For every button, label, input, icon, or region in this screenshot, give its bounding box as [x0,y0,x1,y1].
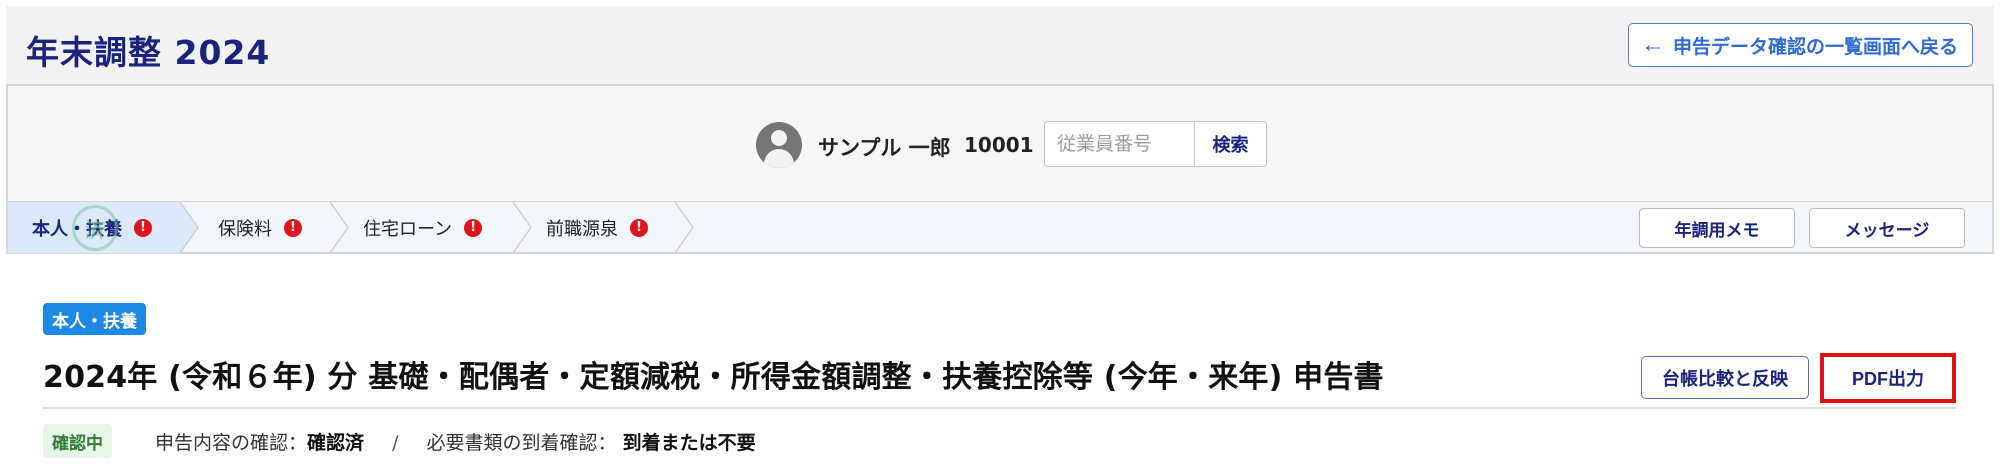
tab-label: 保険料 [218,218,272,240]
docs-check-label: 必要書類の到着確認： [426,432,617,454]
search-button[interactable]: 検索 [1194,121,1267,167]
back-to-list-label: 申告データ確認の一覧画面へ戻る [1672,36,1958,58]
content-check-label: 申告内容の確認： [155,432,308,454]
ledger-compare-button[interactable]: 台帳比較と反映 [1641,356,1809,399]
user-avatar-icon [756,122,802,168]
employee-row: サンプル 一郎 10001 検索 [8,120,1992,170]
section-badge: 本人・扶養 [43,303,146,335]
content-check-value: 確認済 [307,432,365,454]
step-tabs: 本人・扶養 ! 保険料 ! 住宅ローン ! 前職源泉 ! 済 年調用メモ メッセ… [8,201,1992,253]
alert-icon: ! [464,218,483,237]
step-chevron-icon [513,202,532,253]
docs-check-value: 到着または不要 [622,432,756,454]
alert-icon: ! [630,218,648,237]
arrow-left-icon: ← [1640,31,1665,58]
step-chevron-icon [675,202,694,253]
back-to-list-button[interactable]: ← 申告データ確認の一覧画面へ戻る [1627,23,1973,67]
status-line: 申告内容の確認：確認済 / 必要書類の到着確認： 到着または不要 [155,428,756,455]
status-badge: 確認中 [43,424,112,458]
tab-insurance[interactable]: 保険料 ! [218,202,302,253]
divider [43,407,1956,409]
pdf-export-button[interactable]: PDF出力 [1820,353,1956,403]
tab-self-dependents[interactable]: 本人・扶養 ! [8,202,180,253]
step-chevron-icon [330,202,349,253]
top-bar: 年末調整 2024 ← 申告データ確認の一覧画面へ戻る [6,6,1994,84]
employee-panel: サンプル 一郎 10001 検索 本人・扶養 ! 保険料 ! 住宅ローン ! 前… [6,84,1994,254]
tab-label: 本人・扶養 [32,218,122,240]
message-button[interactable]: メッセージ [1809,208,1965,248]
app-title: 年末調整 2024 [26,33,271,72]
employee-number-input[interactable] [1044,121,1194,167]
alert-icon: ! [284,218,302,237]
status-separator: / [392,432,399,454]
year-end-memo-button[interactable]: 年調用メモ [1639,208,1795,248]
document-title: 2024年 (令和６年) 分 基礎・配偶者・定額減税・所得金額調整・扶養控除等 … [43,360,1384,395]
step-chevron-icon [180,202,199,253]
tab-previous-employment[interactable]: 前職源泉 ! [546,202,648,253]
employee-number: 10001 [964,133,1034,157]
tab-housing-loan[interactable]: 住宅ローン ! [363,202,483,253]
alert-icon: ! [134,218,152,237]
tab-label: 住宅ローン [363,218,453,240]
employee-name: サンプル 一郎 [818,136,951,160]
tab-label: 前職源泉 [546,218,618,240]
